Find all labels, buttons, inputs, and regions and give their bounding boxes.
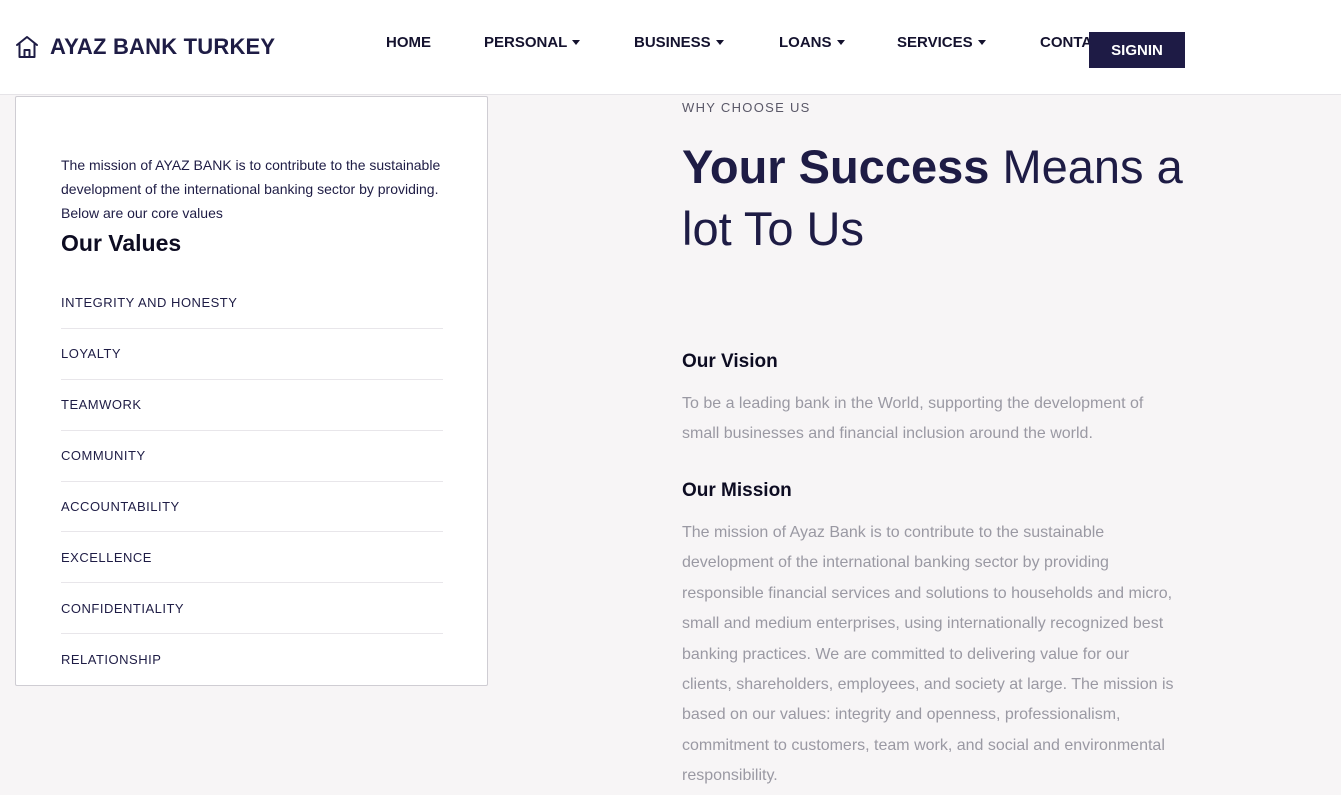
vision-heading: Our Vision [682, 351, 778, 372]
nav-services-label: SERVICES [897, 34, 973, 51]
nav-loans-label: LOANS [779, 34, 832, 51]
mission-heading: Our Mission [682, 480, 792, 501]
nav-loans[interactable]: LOANS [779, 34, 845, 51]
value-item: COMMUNITY [61, 431, 443, 482]
values-list: INTEGRITY AND HONESTY LOYALTY TEAMWORK C… [61, 278, 443, 685]
section-eyebrow: WHY CHOOSE US [682, 100, 811, 115]
vision-text: To be a leading bank in the World, suppo… [682, 395, 1144, 443]
hero-title-strong: Your Success [682, 140, 990, 193]
value-item: RELATIONSHIP [61, 652, 162, 668]
nav-contact[interactable]: CONTA [1040, 34, 1092, 51]
caret-down-icon [715, 40, 724, 45]
values-heading: Our Values [61, 230, 182, 256]
caret-down-icon [836, 40, 845, 45]
nav-home[interactable]: HOME [386, 34, 431, 51]
nav-services[interactable]: SERVICES [897, 34, 986, 51]
home-icon [14, 34, 40, 60]
nav-business[interactable]: BUSINESS [634, 34, 724, 51]
value-item: CONFIDENTIALITY [61, 583, 443, 635]
caret-down-icon [977, 40, 986, 45]
nav-business-label: BUSINESS [634, 34, 711, 51]
mission-text: The mission of Ayaz Bank is to contribut… [682, 524, 1174, 785]
nav-personal[interactable]: PERSONAL [484, 34, 581, 51]
value-item: INTEGRITY AND HONESTY [61, 278, 443, 329]
top-navigation-bar: AYAZ BANK TURKEY HOME PERSONAL BUSINESS … [0, 0, 1341, 95]
caret-down-icon [572, 40, 581, 45]
brand-logo[interactable]: AYAZ BANK TURKEY [14, 32, 275, 62]
value-item: TEAMWORK [61, 380, 443, 431]
values-card: The mission of AYAZ BANK is to contribut… [15, 96, 488, 686]
values-intro-text: The mission of AYAZ BANK is to contribut… [61, 157, 441, 221]
value-item: EXCELLENCE [61, 532, 443, 584]
brand-name: AYAZ BANK TURKEY [50, 34, 276, 59]
nav-contact-label: CONTA [1040, 34, 1093, 51]
value-item: LOYALTY [61, 329, 443, 380]
hero-title: Your Success Means a lot To Us [682, 136, 1202, 260]
signin-button[interactable]: SIGNIN [1089, 32, 1185, 68]
nav-personal-label: PERSONAL [484, 34, 568, 51]
nav-home-label: HOME [386, 34, 431, 51]
value-item: ACCOUNTABILITY [61, 482, 443, 533]
